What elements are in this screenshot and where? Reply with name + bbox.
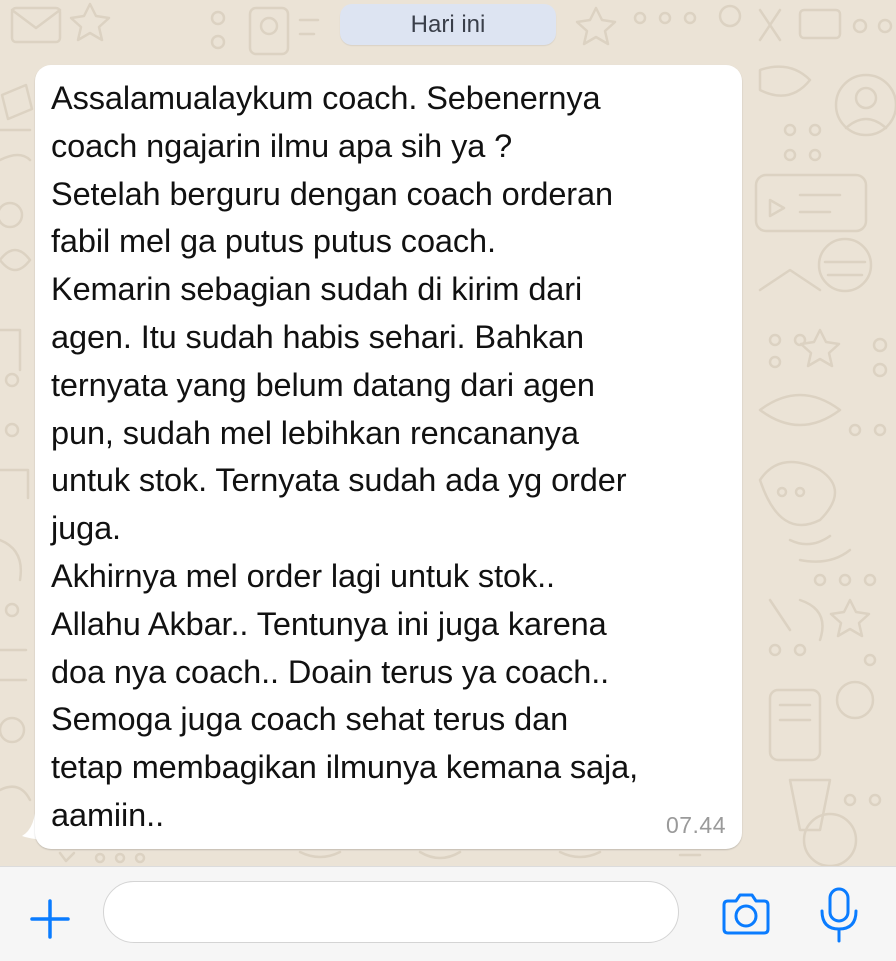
message-timestamp: 07.44 <box>665 812 726 838</box>
message-line: Allahu Akbar.. Tentunya ini juga karena <box>51 605 607 642</box>
message-input-bar <box>0 866 896 961</box>
message-line: aamiin.. <box>51 796 164 833</box>
message-line: juga. <box>51 510 121 547</box>
message-line: Setelah berguru dengan coach orderan <box>51 175 613 212</box>
message-line: Akhirnya mel order lagi untuk stok.. <box>51 557 555 594</box>
message-line: Semoga juga coach sehat terus dan <box>51 701 569 738</box>
date-separator: Hari ini <box>340 4 556 45</box>
message-line: fabil mel ga putus putus coach. <box>51 223 496 260</box>
message-text: Assalamualaykum coach. Sebenernya coach … <box>51 75 731 840</box>
message-line: untuk stok. Ternyata sudah ada yg order <box>51 462 627 499</box>
message-line: Kemarin sebagian sudah di kirim dari <box>51 271 583 308</box>
message-line: coach ngajarin ilmu apa sih ya ? <box>51 127 513 164</box>
incoming-message-bubble[interactable]: Assalamualaykum coach. Sebenernya coach … <box>35 65 742 849</box>
camera-icon[interactable] <box>720 891 772 937</box>
message-line: ternyata yang belum datang dari agen <box>51 366 595 403</box>
message-line: Assalamualaykum coach. Sebenernya <box>51 80 601 116</box>
message-line: doa nya coach.. Doain terus ya coach.. <box>51 653 610 690</box>
message-line: agen. Itu sudah habis sehari. Bahkan <box>51 318 585 355</box>
message-line: pun, sudah mel lebihkan rencananya <box>51 414 579 451</box>
message-input[interactable] <box>103 881 679 943</box>
message-line: tetap membagikan ilmunya kemana saja, <box>51 749 639 786</box>
plus-icon[interactable] <box>26 895 74 943</box>
microphone-icon[interactable] <box>816 887 862 943</box>
